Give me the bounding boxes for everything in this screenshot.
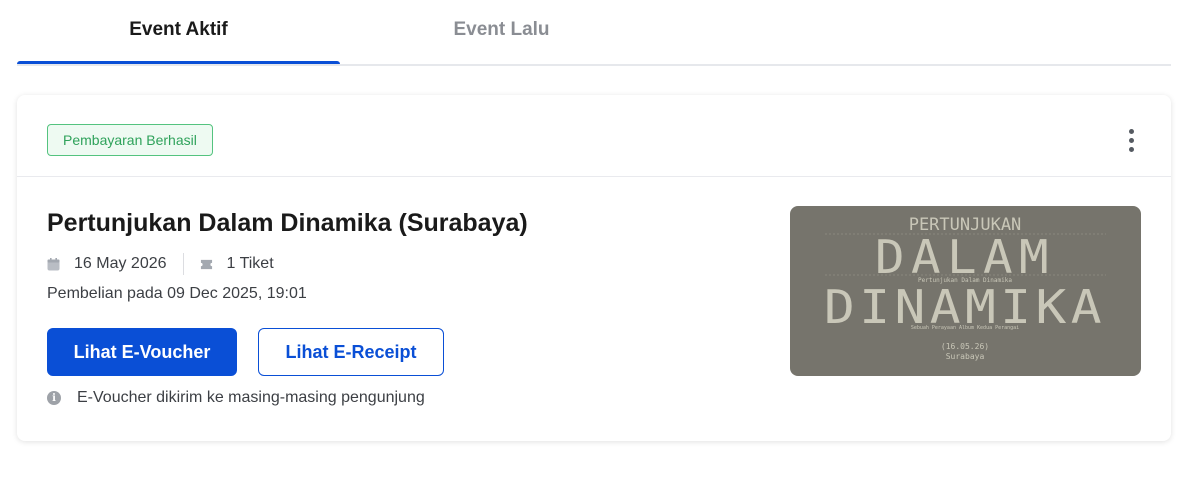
event-tabs: Event Aktif Event Lalu bbox=[17, 0, 1171, 66]
status-badge: Pembayaran Berhasil bbox=[47, 124, 213, 156]
meta-divider bbox=[182, 253, 184, 275]
e-voucher-note-text: E-Voucher dikirim ke masing-masing pengu… bbox=[77, 389, 425, 406]
poster-word-1: DALAM bbox=[875, 230, 1055, 284]
event-tickets: 1 Tiket bbox=[200, 255, 274, 273]
event-poster[interactable]: PERTUNJUKAN DALAM Pertunjukan Dalam Dina… bbox=[790, 206, 1141, 376]
event-title: Pertunjukan Dalam Dinamika (Surabaya) bbox=[47, 209, 528, 237]
kebab-menu-icon[interactable] bbox=[1121, 126, 1141, 154]
poster-city: Surabaya bbox=[946, 352, 985, 361]
view-e-voucher-button[interactable]: Lihat E-Voucher bbox=[47, 328, 237, 376]
view-e-receipt-button[interactable]: Lihat E-Receipt bbox=[258, 328, 444, 376]
poster-tagline: Sebuah Perayaan Album Kedua Perangai bbox=[911, 325, 1019, 331]
poster-date: (16.05.26) bbox=[941, 342, 989, 351]
event-card-header: Pembayaran Berhasil bbox=[17, 95, 1171, 177]
tab-event-aktif[interactable]: Event Aktif bbox=[17, 0, 340, 66]
info-icon: i bbox=[47, 391, 61, 405]
event-meta: 16 May 2026 1 Tiket bbox=[47, 252, 274, 276]
tab-event-lalu[interactable]: Event Lalu bbox=[340, 0, 663, 66]
purchase-info: Pembelian pada 09 Dec 2025, 19:01 bbox=[47, 285, 307, 302]
event-card: Pembayaran Berhasil Pertunjukan Dalam Di… bbox=[17, 95, 1171, 441]
calendar-icon bbox=[47, 257, 60, 270]
event-poster-art: PERTUNJUKAN DALAM Pertunjukan Dalam Dina… bbox=[824, 215, 1106, 361]
tabs-divider bbox=[17, 64, 1171, 66]
e-voucher-note: i E-Voucher dikirim ke masing-masing pen… bbox=[47, 389, 425, 407]
event-tickets-text: 1 Tiket bbox=[226, 255, 274, 272]
event-date: 16 May 2026 bbox=[47, 255, 167, 273]
event-date-text: 16 May 2026 bbox=[74, 255, 167, 272]
ticket-icon bbox=[200, 259, 212, 269]
